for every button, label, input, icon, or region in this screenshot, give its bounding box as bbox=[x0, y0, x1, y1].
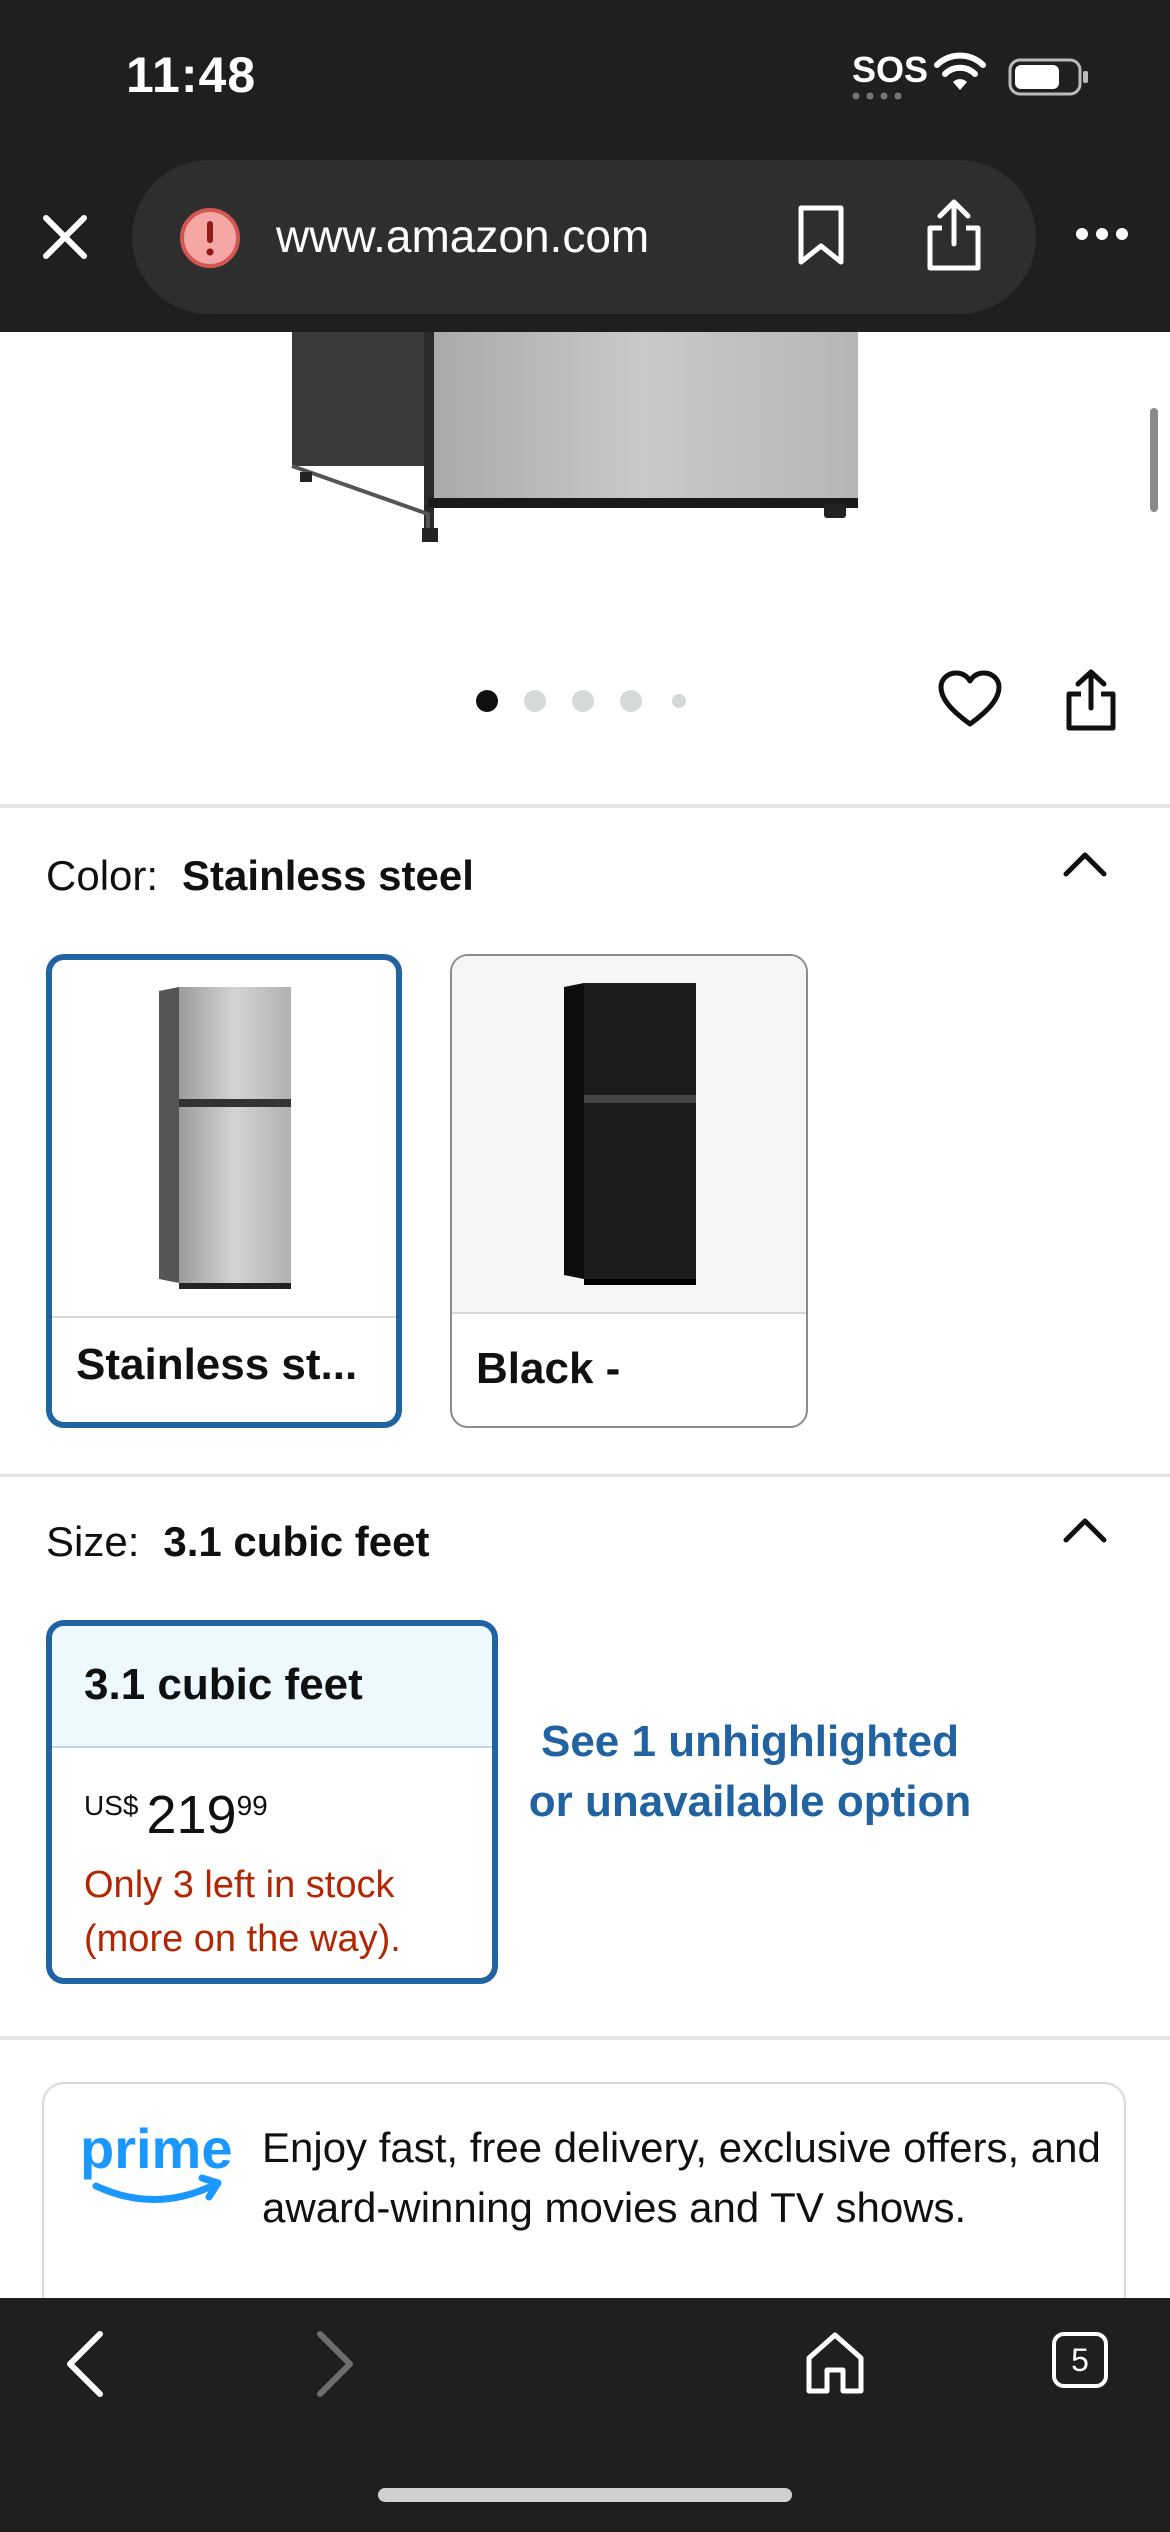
color-option-stainless-steel[interactable]: Stainless st... bbox=[46, 954, 402, 1428]
product-image bbox=[291, 332, 858, 542]
page-dot-2[interactable] bbox=[524, 690, 546, 712]
fridge-stainless-image bbox=[159, 987, 291, 1289]
price-fraction: 99 bbox=[236, 1790, 268, 1821]
url-text[interactable]: www.amazon.com bbox=[276, 206, 649, 266]
size-option-card[interactable]: 3.1 cubic feet US$ 21999 Only 3 left in s… bbox=[46, 1620, 498, 1984]
stock-status: Only 3 left in stock (more on the way). bbox=[84, 1864, 401, 1960]
option-separator bbox=[452, 1312, 806, 1314]
color-selected-value: Stainless steel bbox=[182, 852, 474, 899]
share-icon[interactable] bbox=[1064, 668, 1118, 732]
heart-icon[interactable] bbox=[938, 670, 1002, 728]
price-whole: 219 bbox=[146, 1785, 237, 1845]
chevron-up-icon[interactable] bbox=[1062, 1514, 1108, 1544]
color-option-image bbox=[452, 956, 806, 1312]
scroll-indicator bbox=[1150, 408, 1158, 512]
section-divider bbox=[0, 804, 1170, 808]
page-dot-5[interactable] bbox=[672, 694, 686, 708]
color-label-text: Color: bbox=[46, 852, 159, 899]
prime-description: Enjoy fast, free delivery, exclusive off… bbox=[262, 2124, 1101, 2231]
battery-icon bbox=[1008, 58, 1088, 96]
section-divider bbox=[0, 2036, 1170, 2040]
tabs-button[interactable]: 5 bbox=[1052, 2332, 1108, 2388]
size-label-text: Size: bbox=[46, 1518, 140, 1565]
bookmark-icon[interactable] bbox=[796, 204, 846, 266]
status-time: 11:48 bbox=[126, 47, 257, 103]
warning-icon[interactable] bbox=[178, 206, 242, 270]
fridge-black-image bbox=[564, 983, 696, 1285]
see-unavailable-options-link[interactable]: See 1 unhighlighted or unavailable optio… bbox=[520, 1712, 980, 1832]
prime-logo-text: prime bbox=[80, 2118, 233, 2180]
home-icon[interactable] bbox=[804, 2330, 866, 2396]
share-icon[interactable] bbox=[924, 196, 984, 272]
option-separator bbox=[52, 1316, 396, 1318]
color-option-name: Black - bbox=[476, 1344, 621, 1393]
size-option-title: 3.1 cubic feet bbox=[84, 1660, 363, 1709]
price-currency: US$ bbox=[84, 1790, 139, 1821]
page-dot-3[interactable] bbox=[572, 690, 594, 712]
close-icon[interactable] bbox=[40, 212, 90, 262]
color-option-black[interactable]: Black - bbox=[450, 954, 808, 1428]
wifi-icon bbox=[934, 52, 986, 90]
color-option-image bbox=[52, 960, 396, 1316]
section-divider bbox=[0, 1474, 1170, 1477]
color-label: Color: Stainless steel bbox=[46, 852, 474, 900]
chevron-up-icon[interactable] bbox=[1062, 848, 1108, 878]
signal-dots-icon bbox=[852, 92, 902, 100]
prime-logo: prime bbox=[80, 2118, 233, 2203]
page-dot-4[interactable] bbox=[620, 690, 642, 712]
more-icon[interactable] bbox=[1074, 226, 1130, 242]
color-option-name: Stainless st... bbox=[76, 1340, 358, 1389]
forward-icon[interactable] bbox=[312, 2330, 356, 2398]
home-indicator bbox=[378, 2488, 792, 2502]
product-image-gallery[interactable] bbox=[0, 332, 1170, 808]
sos-indicator: SOS bbox=[852, 49, 929, 90]
size-selected-value: 3.1 cubic feet bbox=[163, 1518, 430, 1565]
back-icon[interactable] bbox=[64, 2330, 108, 2398]
size-label: Size: 3.1 cubic feet bbox=[46, 1518, 429, 1566]
size-option-header: 3.1 cubic feet bbox=[52, 1626, 492, 1748]
price: US$ 21999 bbox=[84, 1784, 268, 1846]
page-dot-1[interactable] bbox=[476, 690, 498, 712]
